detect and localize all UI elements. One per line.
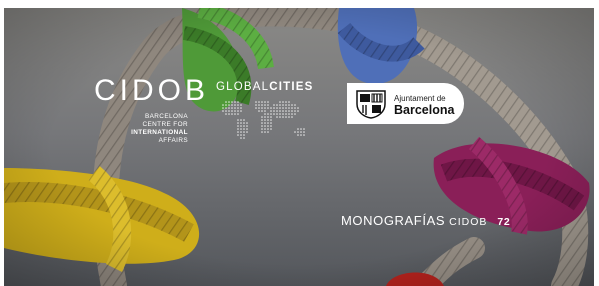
series-brand: CIDOB [449, 216, 488, 228]
series-label: MONOGRAFÍAS CIDOB 72 [341, 213, 510, 228]
ajuntament-line2: Barcelona [394, 103, 455, 117]
series-title: MONOGRAFÍAS [341, 213, 446, 228]
ajuntament-barcelona-logo: Ajuntament de Barcelona [347, 83, 464, 124]
cidob-tagline-line4: AFFAIRS [158, 137, 188, 144]
cidob-tagline-line1: BARCELONA [144, 113, 188, 120]
cover-image: CIDOB BARCELONA CENTRE FOR INTERNATIONAL… [4, 8, 594, 286]
globalcities-suffix: CITIES [269, 81, 314, 93]
cidob-tagline-line3: INTERNATIONAL [131, 129, 188, 136]
cidob-logo: CIDOB [94, 74, 210, 107]
series-number: 72 [497, 216, 511, 228]
ajuntament-line1: Ajuntament de [394, 94, 446, 103]
world-map-dots-icon [222, 101, 305, 139]
globalcities-logo: GLOBALCITIES [216, 81, 314, 93]
globalcities-prefix: GLOBAL [216, 81, 270, 93]
cidob-tagline-line2: CENTRE FOR [142, 121, 188, 128]
barcelona-shield-icon [356, 90, 386, 119]
